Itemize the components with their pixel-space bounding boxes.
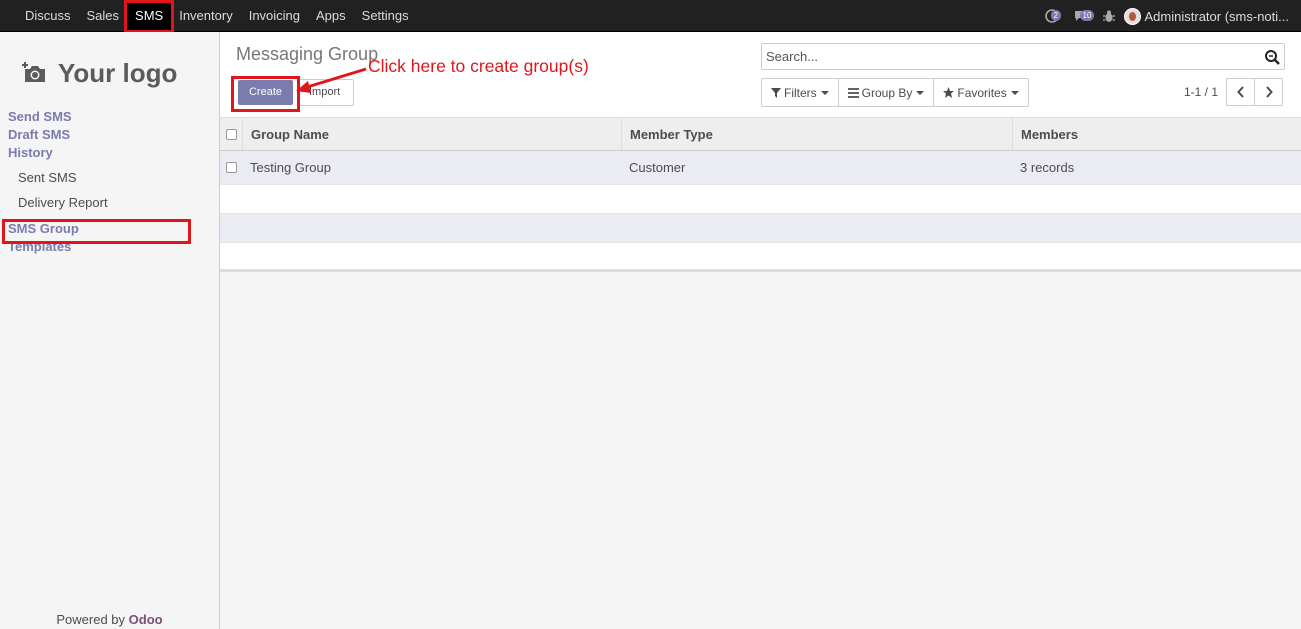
- groups-table: Group Name Member Type Members Testing G…: [220, 117, 1301, 272]
- search-options: Filters Group By Favorites: [761, 78, 1029, 107]
- activity-button[interactable]: 2: [1044, 8, 1065, 24]
- search-box: [761, 43, 1285, 70]
- menu-settings[interactable]: Settings: [354, 0, 417, 32]
- sidebar-item-history[interactable]: History: [0, 144, 219, 162]
- camera-icon: [22, 62, 45, 82]
- filters-label: Filters: [784, 85, 817, 100]
- column-header-member-type[interactable]: Member Type: [621, 118, 1012, 150]
- caret-down-icon: [1010, 90, 1019, 95]
- table-header: Group Name Member Type Members: [220, 117, 1301, 151]
- cell-members: 3 records: [1020, 160, 1075, 175]
- annotation-text: Click here to create group(s): [368, 56, 589, 76]
- caret-down-icon: [820, 90, 829, 95]
- column-header-group-name[interactable]: Group Name: [242, 118, 621, 150]
- menu-apps[interactable]: Apps: [308, 0, 354, 32]
- chevron-right-icon: [1265, 86, 1273, 98]
- user-menu[interactable]: Administrator (sms-noti...: [1123, 7, 1289, 25]
- favorites-label: Favorites: [957, 85, 1007, 100]
- app-menu: Discuss Sales SMS Inventory Invoicing Ap…: [17, 0, 417, 33]
- menu-discuss[interactable]: Discuss: [17, 0, 79, 32]
- column-header-members[interactable]: Members: [1012, 118, 1301, 150]
- menu-sms[interactable]: SMS: [124, 0, 175, 33]
- select-all-cell: [220, 118, 242, 150]
- empty-row: [220, 185, 1301, 214]
- sms-group-highlight: [2, 219, 191, 244]
- caret-down-icon: [916, 90, 925, 95]
- activity-count-badge: 2: [1050, 10, 1061, 21]
- menu-sales[interactable]: Sales: [79, 0, 128, 32]
- bug-icon[interactable]: [1102, 10, 1115, 23]
- filters-dropdown[interactable]: Filters: [762, 79, 839, 106]
- search-icon[interactable]: [1264, 49, 1280, 65]
- favorites-dropdown[interactable]: Favorites: [934, 79, 1027, 106]
- powered-by: Powered by Odoo: [0, 612, 219, 627]
- systray: 2 10 Administrator (sms-noti...: [1044, 0, 1289, 32]
- odoo-link[interactable]: Odoo: [129, 612, 163, 627]
- message-count-badge: 10: [1079, 10, 1095, 21]
- empty-row: [220, 243, 1301, 272]
- sidebar-item-sent-sms[interactable]: Sent SMS: [0, 165, 219, 190]
- pager-next-button[interactable]: [1254, 78, 1283, 106]
- pager-previous-button[interactable]: [1226, 78, 1255, 106]
- company-logo[interactable]: Your logo: [22, 52, 198, 94]
- filter-icon: [771, 87, 781, 98]
- empty-row: [220, 214, 1301, 243]
- star-icon: [943, 87, 955, 98]
- sidebar-item-send-sms[interactable]: Send SMS: [0, 108, 219, 126]
- select-all-checkbox[interactable]: [226, 128, 237, 140]
- search-input[interactable]: [762, 44, 1252, 69]
- create-highlight: [231, 76, 300, 112]
- pager-value[interactable]: 1-1 / 1: [1184, 85, 1218, 99]
- sidebar-item-delivery-report[interactable]: Delivery Report: [0, 190, 219, 215]
- sidebar-item-draft-sms[interactable]: Draft SMS: [0, 126, 219, 144]
- page-title: Messaging Group: [236, 44, 379, 64]
- cell-member-type: Customer: [629, 160, 686, 175]
- avatar: [1123, 7, 1141, 25]
- top-navbar: Discuss Sales SMS Inventory Invoicing Ap…: [0, 0, 1301, 33]
- menu-invoicing[interactable]: Invoicing: [241, 0, 308, 32]
- row-checkbox[interactable]: [226, 162, 237, 173]
- group-by-label: Group By: [861, 85, 913, 100]
- group-by-dropdown[interactable]: Group By: [839, 79, 935, 106]
- user-name: Administrator (sms-noti...: [1144, 8, 1289, 24]
- row-select-cell: [220, 151, 242, 184]
- logo-text: Your logo: [58, 57, 178, 88]
- cell-group-name: Testing Group: [250, 160, 331, 175]
- chevron-left-icon: [1236, 86, 1244, 98]
- list-view: Group Name Member Type Members Testing G…: [220, 117, 1301, 629]
- sidebar: Your logo Send SMS Draft SMS History Sen…: [0, 32, 220, 629]
- table-row[interactable]: Testing Group Customer 3 records: [220, 151, 1301, 185]
- menu-inventory[interactable]: Inventory: [171, 0, 240, 32]
- list-icon: [847, 87, 859, 98]
- annotation-arrow: [296, 67, 367, 93]
- powered-by-prefix: Powered by: [56, 612, 129, 627]
- messages-button[interactable]: 10: [1074, 8, 1095, 24]
